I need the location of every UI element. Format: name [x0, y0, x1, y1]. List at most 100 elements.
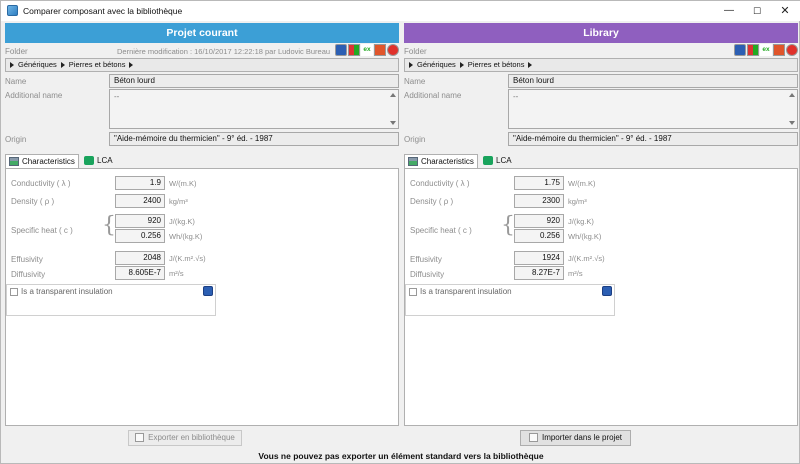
gear-icon[interactable]	[734, 44, 746, 56]
title-bar: Comparer composant avec la bibliothèque …	[1, 1, 800, 21]
effusivity-value[interactable]: 2048	[115, 251, 165, 265]
density-unit: kg/m³	[169, 197, 188, 206]
specific-heat-wh-value[interactable]: 0.256	[115, 229, 165, 243]
effusivity-unit: J/(K.m².√s)	[568, 254, 605, 263]
close-button[interactable]: ✕	[771, 1, 799, 21]
breadcrumb-item[interactable]: Génériques	[405, 59, 456, 71]
additional-name-value: --	[513, 92, 519, 101]
additional-name-field[interactable]: --	[508, 89, 798, 129]
folder-breadcrumb: Génériques Pierres et bétons	[5, 58, 399, 72]
window-title: Comparer composant avec la bibliothèque	[23, 6, 183, 16]
chevron-right-icon	[528, 62, 533, 69]
specific-heat-wh-value[interactable]: 0.256	[514, 229, 564, 243]
additional-name-field[interactable]: --	[109, 89, 399, 129]
tab-label: LCA	[496, 156, 512, 165]
density-unit: kg/m³	[568, 197, 587, 206]
effusivity-unit: J/(K.m².√s)	[169, 254, 206, 263]
breadcrumb-label: Génériques	[417, 60, 456, 69]
export-icon	[135, 433, 145, 443]
gear-icon[interactable]	[335, 44, 347, 56]
density-value[interactable]: 2400	[115, 194, 165, 208]
chevron-right-icon	[10, 62, 14, 69]
delete-icon[interactable]	[387, 44, 399, 56]
conductivity-value[interactable]: 1.75	[514, 176, 564, 190]
specific-heat-value[interactable]: 920	[514, 214, 564, 228]
chart-icon	[408, 157, 418, 166]
transparent-insulation-checkbox[interactable]	[10, 288, 18, 296]
gear-icon[interactable]	[203, 286, 213, 296]
breadcrumb-item[interactable]: Pierres et bétons	[456, 59, 524, 71]
specific-heat-unit: J/(kg.K)	[568, 217, 594, 226]
scroll-down-icon[interactable]	[390, 121, 396, 125]
diffusivity-value[interactable]: 8.605E-7	[115, 266, 165, 280]
tab-lca[interactable]: LCA	[480, 154, 514, 168]
folder-breadcrumb: Génériques Pierres et bétons	[404, 58, 798, 72]
import-icon	[528, 433, 538, 443]
tab-characteristics[interactable]: Characteristics	[5, 154, 79, 168]
breadcrumb-label: Génériques	[18, 60, 57, 69]
leaf-icon	[483, 156, 493, 165]
breadcrumb-item[interactable]	[524, 59, 536, 71]
conductivity-unit: W/(m.K)	[169, 179, 197, 188]
scroll-down-icon[interactable]	[789, 121, 795, 125]
specific-heat-value[interactable]: 920	[115, 214, 165, 228]
conductivity-value[interactable]: 1.9	[115, 176, 165, 190]
brace-icon: {	[102, 213, 116, 238]
tab-lca[interactable]: LCA	[81, 154, 115, 168]
name-field[interactable]: Béton lourd	[109, 74, 399, 88]
breadcrumb-item[interactable]: Génériques	[6, 59, 57, 71]
conductivity-label: Conductivity ( λ )	[11, 179, 71, 188]
effusivity-value[interactable]: 1924	[514, 251, 564, 265]
gear-icon[interactable]	[602, 286, 612, 296]
breadcrumb-item[interactable]: Pierres et bétons	[57, 59, 126, 71]
home-icon[interactable]	[374, 44, 386, 56]
diffusivity-value[interactable]: 8.27E-7	[514, 266, 564, 280]
tab-label: Characteristics	[22, 157, 75, 166]
transparent-insulation-checkbox[interactable]	[409, 288, 417, 296]
effusivity-label: Effusivity	[410, 255, 442, 264]
specific-heat-wh-unit: Wh/(kg.K)	[169, 232, 203, 241]
windows-icon[interactable]	[747, 44, 759, 56]
library-panel: Library Folder ex Génériques Pierres et b…	[404, 23, 798, 426]
compare-window: Comparer composant avec la bibliothèque …	[0, 0, 800, 464]
import-to-project-button[interactable]: Importer dans le projet	[520, 430, 631, 446]
origin-field[interactable]: "Aide-mémoire du thermicien" - 9° éd. - …	[109, 132, 399, 146]
effusivity-label: Effusivity	[11, 255, 43, 264]
density-label: Density ( ρ )	[410, 197, 454, 206]
origin-label: Origin	[5, 135, 27, 144]
export-to-library-button[interactable]: Exporter en bibliothèque	[128, 430, 242, 446]
density-label: Density ( ρ )	[11, 197, 55, 206]
scroll-up-icon[interactable]	[789, 93, 795, 97]
breadcrumb-label: Pierres et bétons	[68, 60, 126, 69]
scroll-up-icon[interactable]	[390, 93, 396, 97]
additional-name-label: Additional name	[5, 91, 63, 100]
folder-label: Folder	[5, 47, 28, 56]
specific-heat-unit: J/(kg.K)	[169, 217, 195, 226]
breadcrumb-item[interactable]	[125, 59, 137, 71]
excel-icon[interactable]: ex	[760, 44, 772, 56]
windows-icon[interactable]	[348, 44, 360, 56]
chevron-right-icon	[129, 62, 134, 69]
home-icon[interactable]	[773, 44, 785, 56]
maximize-button[interactable]: ☐	[743, 1, 771, 21]
tab-characteristics[interactable]: Characteristics	[404, 154, 478, 168]
conductivity-label: Conductivity ( λ )	[410, 179, 470, 188]
name-field[interactable]: Béton lourd	[508, 74, 798, 88]
transparent-insulation-label: Is a transparent insulation	[420, 287, 512, 296]
specific-heat-label: Specific heat ( c )	[410, 226, 472, 235]
chevron-right-icon	[60, 62, 65, 69]
excel-icon[interactable]: ex	[361, 44, 373, 56]
additional-name-value: --	[114, 92, 120, 101]
name-label: Name	[404, 77, 426, 86]
specific-heat-label: Specific heat ( c )	[11, 226, 73, 235]
name-label: Name	[5, 77, 27, 86]
minimize-button[interactable]: —	[715, 1, 743, 21]
origin-field[interactable]: "Aide-mémoire du thermicien" - 9° éd. - …	[508, 132, 798, 146]
delete-icon[interactable]	[786, 44, 798, 56]
last-modification-text: Dernière modification : 16/10/2017 12:22…	[117, 47, 331, 56]
tab-label: Characteristics	[421, 157, 474, 166]
density-value[interactable]: 2300	[514, 194, 564, 208]
additional-name-label: Additional name	[404, 91, 462, 100]
diffusivity-label: Diffusivity	[11, 270, 46, 279]
diffusivity-unit: m²/s	[169, 269, 184, 278]
